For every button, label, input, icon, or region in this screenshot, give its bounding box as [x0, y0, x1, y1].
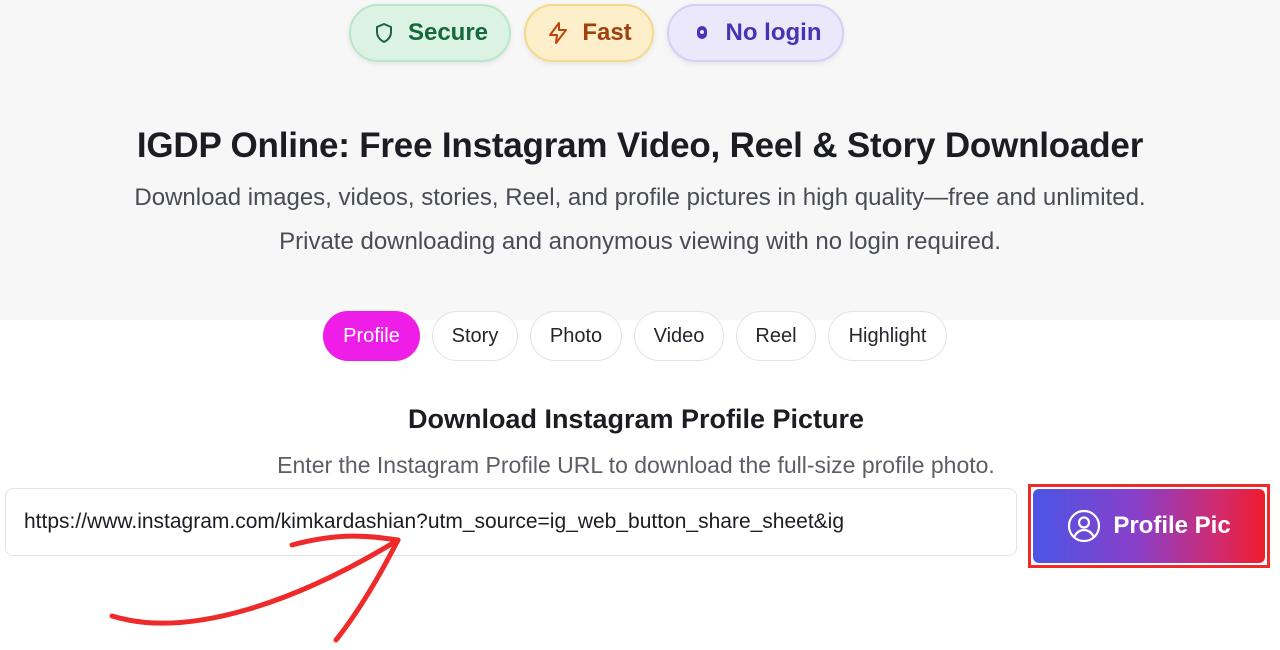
tab-highlight[interactable]: Highlight — [828, 311, 947, 361]
shield-icon — [372, 21, 396, 45]
download-type-tabs: Profile Story Photo Video Reel Highlight — [0, 311, 1280, 363]
tab-video[interactable]: Video — [634, 311, 724, 361]
profile-url-input[interactable] — [5, 488, 1017, 556]
profile-pic-button-label: Profile Pic — [1113, 512, 1231, 539]
section-title: Download Instagram Profile Picture — [407, 404, 865, 434]
feature-badges: Secure Fast No login — [0, 4, 1280, 64]
no-login-badge-label: No login — [725, 19, 822, 46]
no-login-badge: No login — [667, 4, 844, 62]
fast-badge: Fast — [524, 4, 654, 62]
tab-profile[interactable]: Profile — [323, 311, 420, 361]
page-title: IGDP Online: Free Instagram Video, Reel … — [136, 126, 1144, 165]
tab-photo[interactable]: Photo — [530, 311, 622, 361]
secure-badge: Secure — [349, 4, 511, 62]
tab-reel[interactable]: Reel — [736, 311, 816, 361]
section-subtitle: Enter the Instagram Profile URL to downl… — [277, 452, 995, 478]
tab-story[interactable]: Story — [432, 311, 518, 361]
page-subtitle-line2: Private downloading and anonymous viewin… — [279, 228, 1001, 255]
profile-pic-button[interactable]: Profile Pic — [1033, 489, 1265, 563]
lightning-icon — [546, 21, 570, 45]
page-subtitle-line1: Download images, videos, stories, Reel, … — [134, 184, 1146, 211]
fast-badge-label: Fast — [582, 19, 632, 46]
user-circle-icon — [1067, 509, 1101, 543]
secure-badge-label: Secure — [407, 19, 489, 46]
lock-icon — [690, 21, 714, 45]
